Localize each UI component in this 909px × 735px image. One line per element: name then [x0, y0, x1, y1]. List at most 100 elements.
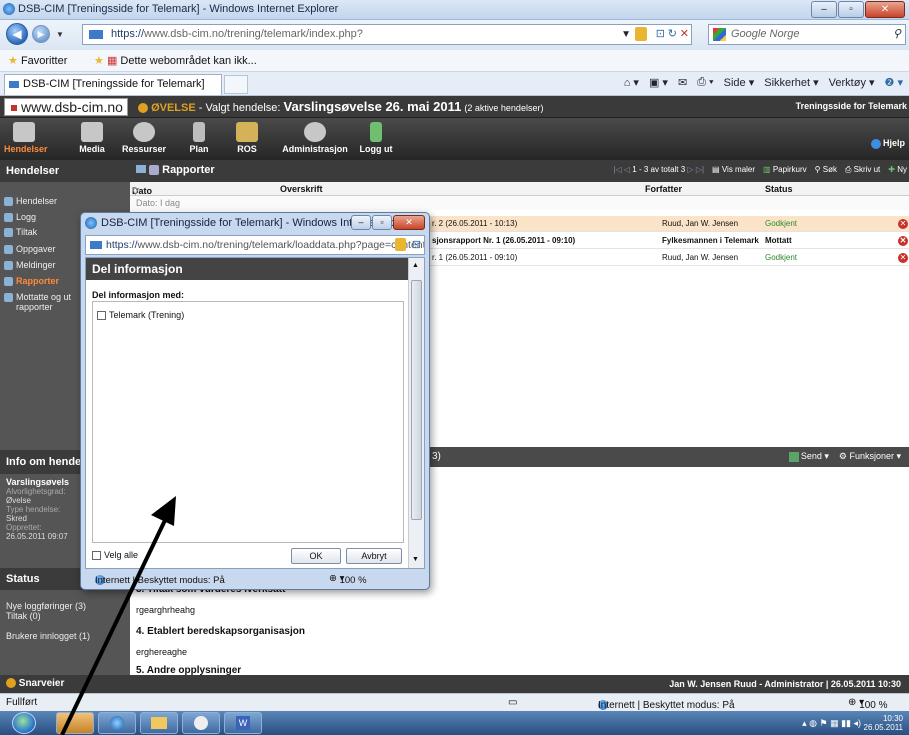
send-icon	[788, 451, 799, 462]
stop-icon[interactable]: ✕	[680, 25, 689, 44]
minimize-button[interactable]: –	[811, 1, 837, 18]
google-icon	[713, 28, 726, 41]
popup-zoom-control[interactable]: ⊕ 100 % ▾	[329, 573, 367, 586]
status-new-logs[interactable]: Nye loggføringer (3)	[6, 601, 126, 611]
forward-button[interactable]: ▶	[32, 25, 50, 43]
home-icon[interactable]: ⌂ ▾	[624, 76, 639, 89]
taskbar-explorer-active[interactable]	[56, 712, 94, 734]
recipient-option[interactable]: Telemark (Trening)	[97, 310, 184, 321]
nav-media[interactable]: Media	[72, 122, 112, 154]
popup-close-button[interactable]: ✕	[393, 215, 425, 230]
send-button[interactable]: Send ▾	[788, 451, 829, 462]
prev-page-icon[interactable]: ◁	[624, 165, 630, 174]
close-button[interactable]: ✕	[865, 1, 905, 18]
window-controls: – ▫ ✕	[811, 1, 905, 18]
compatibility-icon[interactable]: ⊡	[656, 25, 665, 44]
recipient-checkbox[interactable]	[97, 311, 106, 321]
help-icon[interactable]: ❷ ▾	[885, 76, 903, 89]
taskbar-folder[interactable]	[140, 712, 178, 734]
delete-icon[interactable]: ✕	[898, 219, 908, 229]
history-dropdown-icon[interactable]: ▼	[56, 30, 64, 39]
print-button[interactable]: ⎙ Skriv ut	[845, 165, 880, 175]
tray-icons[interactable]: ▴ ◍ ⚑ ▦ ▮▮ ◂)	[802, 718, 861, 729]
search-button[interactable]: ⚲ Søk	[815, 165, 837, 175]
clock[interactable]: 10:30 26.05.2011	[864, 714, 903, 732]
first-page-icon[interactable]: |◁	[613, 165, 621, 174]
scroll-thumb[interactable]	[411, 280, 422, 520]
nav-hendelser[interactable]: Hendelser	[4, 122, 48, 154]
row-title[interactable]: sjonsrapport Nr. 1 (26.05.2011 - 09:10)	[432, 233, 575, 249]
media-icon	[194, 716, 208, 730]
plus-icon: ✚	[888, 165, 895, 174]
status-users-online[interactable]: Brukere innlogget (1)	[6, 631, 126, 641]
column-status[interactable]: Status	[765, 184, 793, 194]
popup-maximize-button[interactable]: ▫	[372, 215, 392, 230]
compatibility-icon[interactable]: ⊡	[412, 236, 421, 254]
favorite-link[interactable]: ★ ▦ Dette webområdet kan ikk...	[94, 54, 257, 67]
tools-menu[interactable]: Verktøy ▾	[829, 76, 875, 89]
feeds-icon[interactable]: ▣ ▾	[649, 76, 668, 89]
taskbar-ie[interactable]	[98, 712, 136, 734]
popup-minimize-button[interactable]: –	[351, 215, 371, 230]
print-icon[interactable]: ⎙ ▾	[697, 76, 713, 89]
functions-button[interactable]: ⚙ Funksjoner ▾	[839, 451, 901, 462]
show-templates-button[interactable]: ▤ Vis maler	[712, 165, 755, 175]
row-title[interactable]: r. 1 (26.05.2011 - 09:10)	[432, 250, 517, 266]
taskbar-media[interactable]	[182, 712, 220, 734]
select-all-checkbox[interactable]	[92, 551, 101, 561]
exercise-icon	[138, 103, 148, 114]
nav-ressurser[interactable]: Ressurser	[120, 122, 168, 154]
app-footer: Snarveier Jan W. Jensen Ruud - Administr…	[0, 675, 909, 693]
sidebar-item-hendelser[interactable]: Hendelser	[0, 196, 130, 206]
taskbar-word[interactable]: W	[224, 712, 262, 734]
browser-tab[interactable]: DSB-CIM [Treningsside for Telemark]	[4, 74, 222, 95]
column-forfatter[interactable]: Forfatter	[645, 184, 682, 194]
nav-plan[interactable]: Plan	[184, 122, 214, 154]
security-menu[interactable]: Sikkerhet ▾	[764, 76, 818, 89]
lock-icon[interactable]	[635, 27, 647, 41]
address-dropdown-icon[interactable]: ▼	[621, 25, 631, 44]
column-overskrift[interactable]: Overskrift	[280, 184, 323, 194]
shortcuts-link[interactable]: Snarveier	[6, 678, 64, 689]
ok-button[interactable]: OK	[291, 548, 341, 564]
page-icon	[90, 241, 102, 249]
trash-button[interactable]: ▥ Papirkurv	[763, 165, 807, 175]
search-icon[interactable]: ⚲	[893, 25, 901, 44]
back-button[interactable]: ◀	[6, 23, 28, 45]
zoom-control[interactable]: ⊕ 100 % ▾	[848, 697, 888, 711]
scroll-down-icon[interactable]: ▼	[412, 556, 419, 563]
maximize-button[interactable]: ▫	[838, 1, 864, 18]
page-menu[interactable]: Side ▾	[724, 76, 755, 89]
main-nav: Hendelser Media Ressurser Plan ROS Admin…	[0, 118, 909, 160]
next-page-icon[interactable]: ▷	[687, 165, 693, 174]
nav-administrasjon[interactable]: Administrasjon	[280, 122, 350, 154]
nav-ros[interactable]: ROS	[232, 122, 262, 154]
favorites-button[interactable]: ★ Favoritter	[8, 54, 67, 67]
new-tab-button[interactable]	[224, 75, 248, 94]
search-input[interactable]: Google Norge ⚲	[708, 24, 906, 45]
refresh-icon[interactable]: ↻	[668, 25, 677, 44]
nav-logg-ut[interactable]: Logg ut	[356, 122, 396, 154]
mail-icon[interactable]: ✉	[678, 76, 687, 89]
ros-icon	[236, 122, 258, 142]
cancel-button[interactable]: Avbryt	[346, 548, 402, 564]
popup-address[interactable]: https://www.dsb-cim.no/trening/telemark/…	[85, 235, 425, 255]
delete-icon[interactable]: ✕	[898, 253, 908, 263]
select-all-option[interactable]: Velg alle	[92, 550, 138, 561]
collapse-icon[interactable]	[136, 165, 146, 173]
popup-scrollbar[interactable]: ▲ ▼	[408, 258, 424, 568]
ie-icon	[85, 217, 97, 229]
address-bar-row: ◀ ▶ ▼ https://www.dsb-cim.no/trening/tel…	[0, 20, 909, 50]
lock-icon[interactable]	[395, 238, 406, 251]
status-tiltak[interactable]: Tiltak (0)	[6, 611, 126, 621]
site-logo[interactable]: www.dsb-cim.no	[4, 98, 128, 116]
row-title[interactable]: r. 2 (26.05.2011 - 10:13)	[432, 216, 517, 232]
reports-icon	[4, 277, 13, 286]
delete-icon[interactable]: ✕	[898, 236, 908, 246]
address-input[interactable]: https://www.dsb-cim.no/trening/telemark/…	[82, 24, 692, 45]
new-button[interactable]: ✚ Ny	[888, 165, 907, 175]
start-button[interactable]	[12, 712, 36, 734]
scroll-up-icon[interactable]: ▲	[412, 262, 419, 269]
help-link[interactable]: Hjelp	[870, 138, 905, 149]
last-page-icon[interactable]: ▷|	[696, 165, 704, 174]
